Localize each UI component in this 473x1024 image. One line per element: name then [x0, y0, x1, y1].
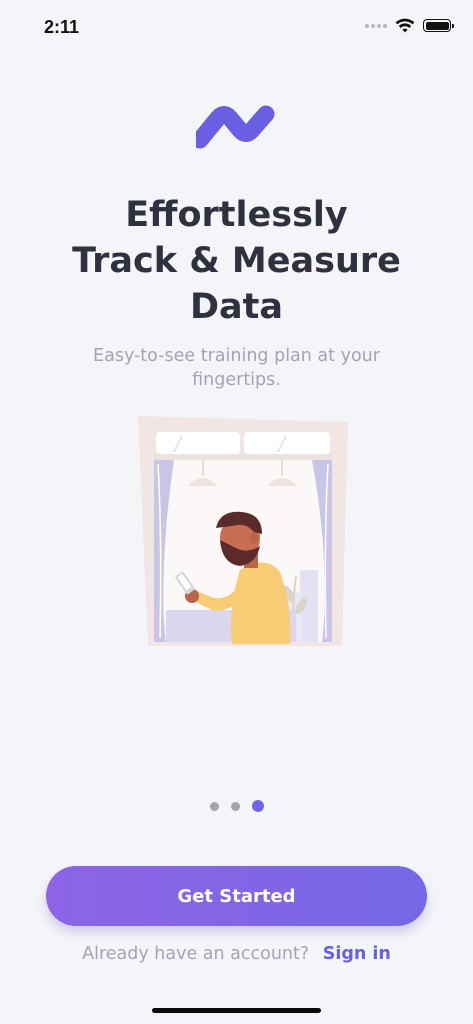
wifi-icon — [395, 18, 415, 33]
status-bar: 2:11 — [0, 0, 473, 60]
brand-wave-logo — [196, 105, 275, 149]
headline-line-2: Track & Measure — [72, 241, 401, 281]
status-time: 2:11 — [44, 17, 80, 37]
headline-line-1: Effortlessly — [125, 195, 348, 235]
page-dot-3-active[interactable] — [251, 800, 264, 812]
home-indicator[interactable] — [152, 1008, 321, 1013]
page-dot-1[interactable] — [209, 801, 219, 811]
headline-line-3: Data — [189, 287, 284, 327]
onboarding-headline: Effortlessly Track & Measure Data — [30, 192, 443, 330]
status-icons — [365, 18, 454, 33]
battery-icon — [423, 19, 454, 32]
page-dot-2[interactable] — [230, 801, 240, 811]
sign-in-link[interactable]: Sign in — [323, 944, 391, 964]
account-prompt-row: Already have an account? Sign in — [0, 944, 473, 964]
onboarding-subtitle: Easy-to-see training plan at your finger… — [93, 346, 380, 390]
account-prompt-text: Already have an account? — [82, 944, 310, 964]
signal-dots-icon — [365, 23, 387, 28]
onboarding-screen: 2:11 Effortlessly Track & Measure Data E… — [0, 0, 473, 1024]
man-with-phone-at-window-illustration — [138, 416, 348, 646]
get-started-button[interactable]: Get Started — [46, 866, 427, 926]
page-indicator — [0, 800, 473, 812]
